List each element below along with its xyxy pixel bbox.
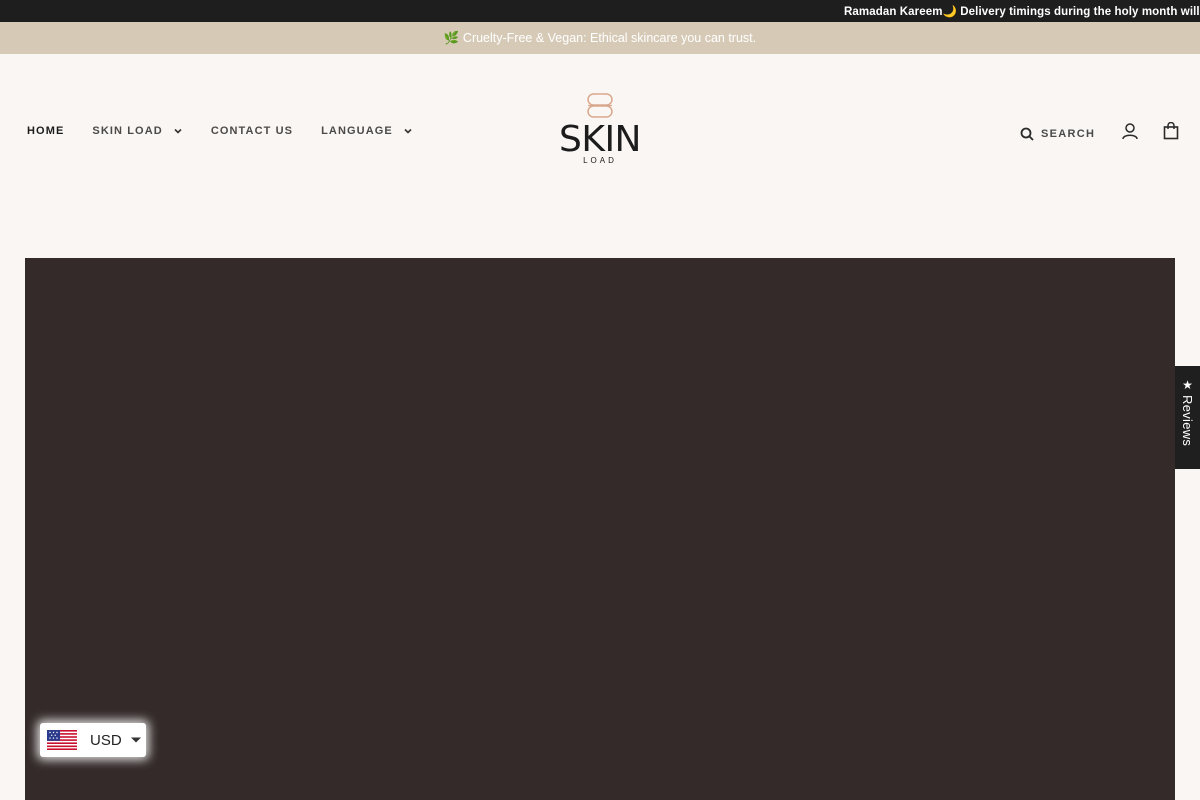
header-tools: SEARCH <box>1020 121 1179 145</box>
currency-code: USD <box>90 731 122 749</box>
nav-item-skin-load[interactable]: SKIN LOAD <box>92 125 182 137</box>
nav-item-label: LANGUAGE <box>321 125 393 137</box>
nav-item-contact-us[interactable]: CONTACT US <box>211 125 293 137</box>
announcement-text: 🌿 Cruelty-Free & Vegan: Ethical skincare… <box>443 30 757 45</box>
account-button[interactable] <box>1121 122 1139 145</box>
star-icon: ★ <box>1182 378 1193 392</box>
cart-button[interactable] <box>1163 121 1179 145</box>
logo-wordmark: SKIN <box>558 119 642 160</box>
announcement-bar: 🌿 Cruelty-Free & Vegan: Ethical skincare… <box>0 22 1200 54</box>
hero-banner <box>25 258 1175 800</box>
search-label: SEARCH <box>1041 127 1096 140</box>
caret-down-icon <box>130 737 141 743</box>
chevron-down-icon <box>404 128 412 134</box>
marquee-text: Ramadan Kareem🌙 Delivery timings during … <box>844 6 1200 18</box>
us-flag-icon <box>47 730 77 750</box>
nav-item-label: CONTACT US <box>210 125 294 137</box>
chevron-down-icon <box>174 128 182 134</box>
site-logo[interactable]: SKIN LOAD <box>548 92 652 172</box>
nav-item-label: SKIN LOAD <box>92 125 163 137</box>
logo-subtext: LOAD <box>583 156 617 165</box>
search-button[interactable]: SEARCH <box>1020 127 1095 141</box>
shopping-bag-icon <box>1163 121 1179 140</box>
search-icon <box>1020 127 1034 141</box>
currency-selector[interactable]: USD <box>40 723 146 757</box>
site-header: HOME SKIN LOAD CONTACT US LANGUAGE SKIN … <box>0 54 1200 210</box>
nav-item-home[interactable]: HOME <box>27 125 64 137</box>
user-icon <box>1122 123 1138 140</box>
reviews-tab[interactable]: ★ Reviews <box>1175 366 1200 469</box>
nav-item-language[interactable]: LANGUAGE <box>321 125 413 137</box>
reviews-tab-label: Reviews <box>1180 395 1195 447</box>
logo-mark-icon <box>587 93 613 118</box>
main-nav: HOME SKIN LOAD CONTACT US LANGUAGE <box>27 125 441 137</box>
nav-item-label: HOME <box>27 125 65 137</box>
top-marquee-bar: Ramadan Kareem🌙 Delivery timings during … <box>0 0 1200 22</box>
